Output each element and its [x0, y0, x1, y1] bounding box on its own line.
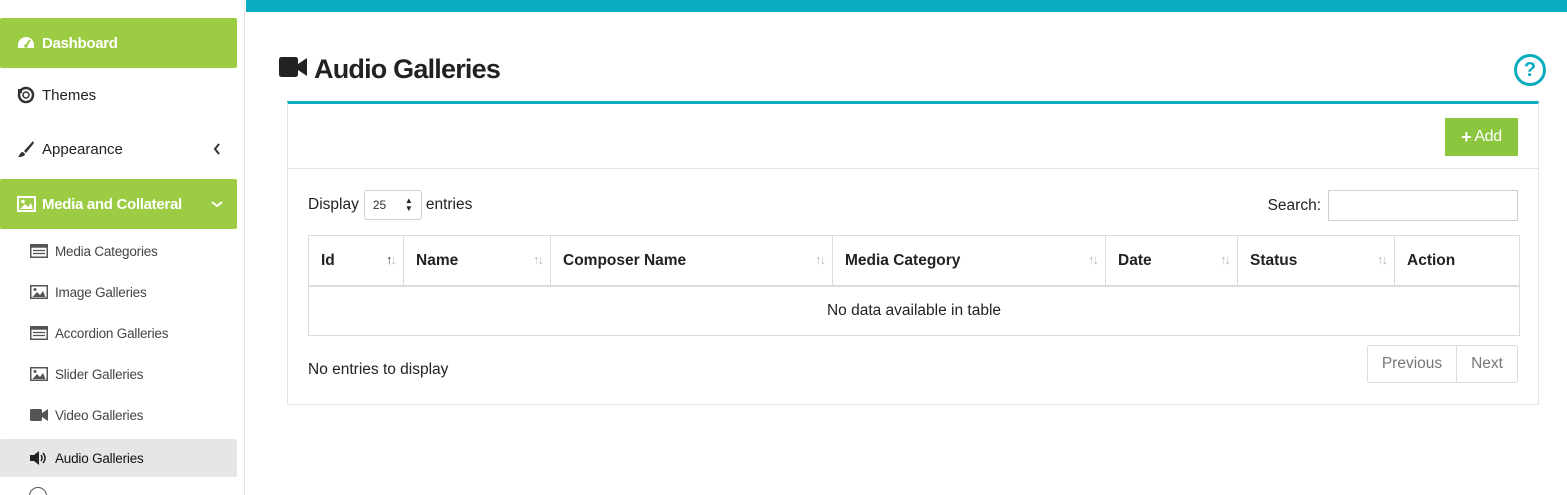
column-header-media-category[interactable]: Media Category ↑↓	[833, 236, 1106, 285]
sidebar-item-media-and-collateral[interactable]: Media and Collateral	[0, 179, 237, 229]
table-header-row: Id ↑↓ Name ↑↓ Composer Name ↑↓ Media Cat…	[309, 236, 1519, 287]
column-header-date[interactable]: Date ↑↓	[1106, 236, 1238, 285]
sort-icon: ↑↓	[533, 252, 544, 267]
list-icon	[29, 325, 48, 341]
content-panel: + Add Display 25 ▲ ▼ entries Search: Id ↑…	[287, 101, 1539, 405]
sidebar-item-label: Media and Collateral	[42, 195, 182, 213]
sort-icon: ↑↓	[1220, 252, 1231, 267]
entries-label: entries	[425, 196, 473, 213]
video-camera-icon	[29, 407, 48, 423]
chevron-down-icon	[211, 198, 223, 210]
sidebar-item-label: Appearance	[42, 140, 123, 158]
top-bar	[246, 0, 1567, 12]
sidebar-subitem-audio-galleries[interactable]: Audio Galleries	[0, 439, 237, 477]
column-header-label: Action	[1407, 251, 1456, 269]
sidebar-subitem-media-categories[interactable]: Media Categories	[0, 232, 237, 270]
column-header-label: Id	[321, 251, 335, 269]
search-input[interactable]	[1328, 190, 1518, 221]
sort-icon: ↑↓	[1088, 252, 1099, 267]
sidebar: Dashboard Themes Appearance Media and Co…	[0, 0, 245, 495]
plus-icon: +	[1461, 126, 1472, 147]
image-icon	[16, 194, 36, 214]
column-header-name[interactable]: Name ↑↓	[404, 236, 551, 285]
page-header: Audio Galleries	[279, 52, 501, 86]
page-size-value: 25	[372, 198, 387, 212]
sort-icon: ↑↓	[815, 252, 826, 267]
sidebar-item-themes[interactable]: Themes	[0, 70, 237, 120]
column-header-id[interactable]: Id ↑↓	[309, 236, 404, 285]
sidebar-subitem-accordion-galleries[interactable]: Accordion Galleries	[0, 314, 237, 352]
sidebar-item-label: Themes	[42, 86, 97, 104]
sidebar-item-dashboard[interactable]: Dashboard	[0, 18, 237, 68]
column-header-label: Media Category	[845, 251, 961, 269]
add-button[interactable]: + Add	[1445, 118, 1518, 156]
themes-icon	[16, 85, 36, 105]
image-icon	[29, 284, 48, 300]
sidebar-subitem-label: Audio Galleries	[55, 450, 144, 466]
sidebar-subitem-label: Slider Galleries	[55, 366, 144, 382]
video-camera-icon	[279, 56, 307, 82]
previous-button[interactable]: Previous	[1368, 346, 1457, 382]
sidebar-subitem-partial-icon	[29, 487, 47, 495]
help-icon[interactable]: ?	[1514, 54, 1546, 86]
sidebar-subitem-label: Media Categories	[55, 243, 158, 259]
column-header-status[interactable]: Status ↑↓	[1238, 236, 1395, 285]
sidebar-subitem-label: Accordion Galleries	[55, 325, 169, 341]
sidebar-subitem-image-galleries[interactable]: Image Galleries	[0, 273, 237, 311]
panel-header: + Add	[288, 104, 1538, 169]
table-info: No entries to display	[308, 361, 449, 378]
select-arrows-icon: ▲ ▼	[404, 196, 413, 213]
search-control: Search:	[1268, 190, 1518, 221]
search-label: Search:	[1267, 196, 1321, 214]
paintbrush-icon	[16, 139, 36, 159]
sidebar-item-appearance[interactable]: Appearance	[0, 124, 237, 174]
dashboard-icon	[16, 33, 36, 53]
column-header-composer-name[interactable]: Composer Name ↑↓	[551, 236, 833, 285]
image-icon	[29, 366, 48, 382]
column-header-label: Date	[1118, 251, 1152, 269]
page-title: Audio Galleries	[314, 53, 501, 84]
data-table: Id ↑↓ Name ↑↓ Composer Name ↑↓ Media Cat…	[308, 235, 1520, 336]
chevron-left-icon	[211, 143, 223, 155]
sidebar-subitem-slider-galleries[interactable]: Slider Galleries	[0, 355, 237, 393]
sort-ascending-icon: ↑↓	[386, 252, 397, 267]
sidebar-subitem-label: Video Galleries	[55, 407, 144, 423]
speaker-icon	[29, 450, 48, 466]
column-header-label: Composer Name	[563, 251, 687, 269]
sidebar-subitem-label: Image Galleries	[55, 284, 147, 300]
sidebar-subitem-video-galleries[interactable]: Video Galleries	[0, 396, 237, 434]
column-header-label: Status	[1250, 251, 1298, 269]
sidebar-item-label: Dashboard	[42, 34, 118, 52]
page-size-control: Display 25 ▲ ▼ entries	[308, 190, 472, 220]
empty-table-message: No data available in table	[826, 302, 1002, 319]
next-button[interactable]: Next	[1457, 346, 1517, 382]
pagination: Previous Next	[1367, 345, 1518, 383]
display-label: Display	[308, 196, 359, 213]
sort-icon: ↑↓	[1377, 252, 1388, 267]
add-button-label: Add	[1474, 128, 1502, 145]
empty-table-row: No data available in table	[309, 287, 1519, 335]
page-size-select[interactable]: 25 ▲ ▼	[363, 190, 422, 220]
column-header-label: Name	[416, 251, 459, 269]
column-header-action: Action	[1395, 236, 1519, 285]
list-icon	[29, 243, 48, 259]
